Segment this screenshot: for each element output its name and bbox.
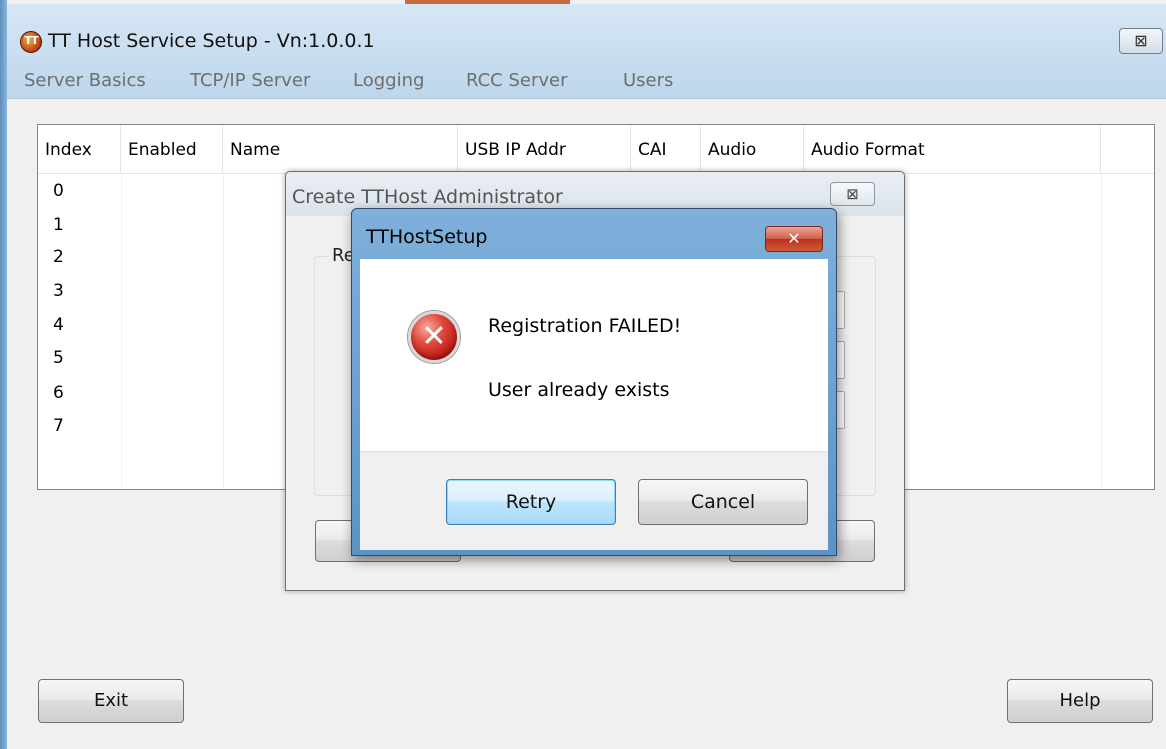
admin-dialog-title: Create TTHost Administrator xyxy=(292,186,563,208)
exit-button[interactable]: Exit xyxy=(38,679,184,723)
row-index: 6 xyxy=(53,383,64,403)
menu-tcpip-server[interactable]: TCP/IP Server xyxy=(190,70,310,91)
row-index: 4 xyxy=(53,315,64,335)
column-header-audio-format[interactable]: Audio Format xyxy=(804,125,1101,173)
main-window: TT TT Host Service Setup - Vn:1.0.0.1 ⊠ … xyxy=(0,0,1166,749)
admin-dialog-close-button[interactable]: ⊠ xyxy=(830,182,875,206)
column-header-name[interactable]: Name xyxy=(223,125,458,173)
window-title: TT Host Service Setup - Vn:1.0.0.1 xyxy=(48,30,375,52)
column-header-cai[interactable]: CAI xyxy=(631,125,701,173)
column-divider xyxy=(223,173,224,489)
cancel-button[interactable]: Cancel xyxy=(638,479,808,525)
row-index: 3 xyxy=(53,281,64,301)
column-header-audio[interactable]: Audio xyxy=(701,125,804,173)
title-bar: TT TT Host Service Setup - Vn:1.0.0.1 ⊠ xyxy=(7,4,1166,64)
table-header: Index Enabled Name USB IP Addr CAI Audio… xyxy=(38,125,1154,174)
error-dialog-close-button[interactable]: ✕ xyxy=(765,226,823,252)
menu-users[interactable]: Users xyxy=(623,70,673,91)
error-message-dialog: TTHostSetup ✕ ✕ Registration FAILED! Use… xyxy=(351,208,837,556)
menu-rcc-server[interactable]: RCC Server xyxy=(466,70,568,91)
error-message: Registration FAILED! xyxy=(488,315,682,337)
menu-server-basics[interactable]: Server Basics xyxy=(24,70,146,91)
column-header-enabled[interactable]: Enabled xyxy=(121,125,223,173)
column-header-usb-ip-addr[interactable]: USB IP Addr xyxy=(458,125,631,173)
error-x-glyph: ✕ xyxy=(421,319,447,354)
row-index: 7 xyxy=(53,416,64,436)
row-index: 1 xyxy=(53,215,64,235)
menu-logging[interactable]: Logging xyxy=(353,70,424,91)
app-logo-text: TT xyxy=(24,34,38,47)
row-index: 0 xyxy=(53,181,64,201)
window-close-button[interactable]: ⊠ xyxy=(1119,28,1163,54)
row-index: 2 xyxy=(53,247,64,267)
column-divider xyxy=(121,173,122,489)
column-divider xyxy=(1101,173,1102,489)
help-button[interactable]: Help xyxy=(1007,679,1153,723)
error-dialog-body: ✕ Registration FAILED! User already exis… xyxy=(360,259,828,550)
app-logo-icon: TT xyxy=(20,31,42,53)
row-index: 5 xyxy=(53,348,64,368)
menu-bar: Server Basics TCP/IP Server Logging RCC … xyxy=(7,64,1166,99)
error-dialog-title: TTHostSetup xyxy=(366,226,488,248)
error-x-icon: ✕ xyxy=(408,311,460,363)
column-header-index[interactable]: Index xyxy=(38,125,121,173)
error-detail: User already exists xyxy=(488,379,670,401)
retry-button[interactable]: Retry xyxy=(446,479,616,525)
